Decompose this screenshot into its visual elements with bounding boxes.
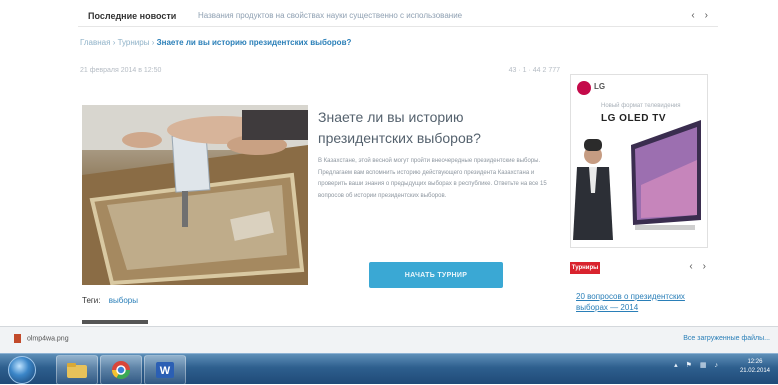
section-divider — [82, 320, 148, 324]
chevron-left-icon[interactable]: ‹ — [689, 261, 692, 272]
news-ticker-label: Последние новости — [88, 11, 177, 21]
flag-icon[interactable]: ⚑ — [686, 361, 692, 369]
lg-advertisement[interactable]: LG Новый формат телевидения LG OLED TV — [570, 74, 708, 248]
taskbar-chrome[interactable] — [100, 355, 142, 385]
svg-text:W: W — [160, 365, 171, 377]
taskbar-explorer[interactable] — [56, 355, 98, 385]
sidebar-nav: ‹ › — [679, 261, 706, 272]
breadcrumb: Главная › Турниры › Знаете ли вы историю… — [80, 38, 351, 47]
start-quiz-button[interactable]: НАЧАТЬ ТУРНИР — [369, 262, 503, 288]
chevron-right-icon[interactable]: › — [705, 10, 708, 21]
ad-visual — [573, 120, 701, 240]
word-icon: W — [156, 362, 174, 378]
chevron-left-icon[interactable]: ‹ — [691, 10, 694, 21]
news-ticker-text[interactable]: Названия продуктов на свойствах науки су… — [198, 11, 462, 20]
clock-time: 12:26 — [747, 359, 763, 365]
article-tags: Теги: выборы — [82, 296, 138, 305]
start-button[interactable] — [8, 356, 36, 384]
article-meta: 21 февраля 2014 в 12:50 43 · 1 · 44 2 77… — [80, 67, 560, 81]
sidebar-quizzes: Турниры ‹ › 20 вопросов о президентских в… — [570, 258, 706, 324]
windows-taskbar: W ▴ ⚑ ▦ ♪ 12:26 21.02.2014 — [0, 353, 778, 385]
network-icon[interactable]: ▦ — [700, 361, 707, 369]
clock-date: 21.02.2014 — [739, 368, 770, 374]
tag-link[interactable]: выборы — [109, 296, 138, 305]
chevron-right-icon[interactable]: › — [703, 261, 706, 272]
download-bar: olmp4wa.png Все загруженные файлы... — [0, 326, 778, 353]
sidebar-quiz-link[interactable]: 20 вопросов о президентских выборах — 20… — [576, 291, 702, 313]
chrome-icon — [112, 361, 130, 380]
news-ticker-nav: ‹ › — [681, 10, 708, 21]
tags-label: Теги: — [82, 296, 101, 305]
article-title: Знаете ли вы историю президентских выбор… — [318, 109, 481, 146]
news-ticker: Последние новости Названия продуктов на … — [78, 8, 718, 27]
breadcrumb-home[interactable]: Главная — [80, 38, 110, 47]
article-stats: 43 · 1 · 44 2 777 — [508, 67, 560, 74]
chevron-up-icon[interactable]: ▴ — [674, 361, 678, 369]
article-image — [82, 105, 308, 285]
article-date: 21 февраля 2014 в 12:50 — [80, 67, 162, 74]
taskbar-clock[interactable]: 12:26 21.02.2014 — [740, 358, 770, 376]
article-description: В Казахстане, этой весной могут пройти в… — [318, 158, 547, 199]
system-tray: ▴ ⚑ ▦ ♪ — [674, 361, 719, 370]
folder-icon — [67, 363, 87, 378]
show-all-downloads-link[interactable]: Все загруженные файлы... — [683, 335, 770, 342]
download-filename: olmp4wa.png — [26, 335, 69, 343]
ballot-box-photo — [82, 105, 308, 285]
breadcrumb-current: Знаете ли вы историю президентских выбор… — [156, 38, 352, 47]
breadcrumb-section[interactable]: Турниры — [118, 38, 150, 47]
file-icon — [14, 334, 21, 343]
download-item[interactable]: olmp4wa.png — [14, 334, 69, 343]
sidebar-badge: Турниры — [570, 262, 600, 274]
volume-icon[interactable]: ♪ — [715, 362, 719, 369]
taskbar-word[interactable]: W — [144, 355, 186, 385]
